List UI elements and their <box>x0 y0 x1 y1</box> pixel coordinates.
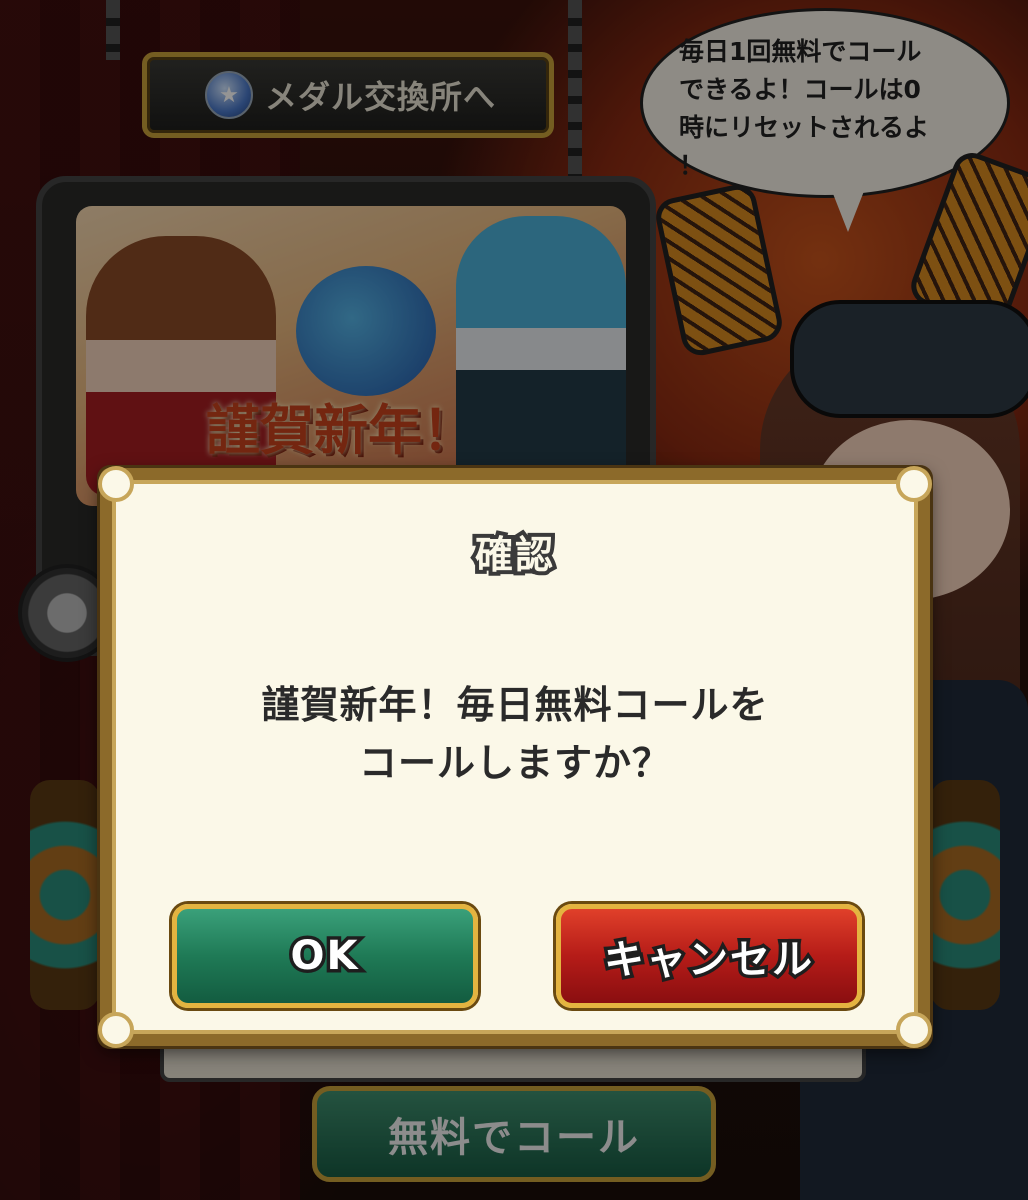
ok-button-label: OK <box>287 930 361 983</box>
confirm-dialog: 確認 謹賀新年！毎日無料コールを コールしますか？ OK キャンセル <box>98 466 932 1048</box>
dialog-message: 謹賀新年！毎日無料コールを コールしますか？ <box>261 683 769 785</box>
corner-ornament <box>896 1012 932 1048</box>
corner-ornament <box>98 466 134 502</box>
cancel-button[interactable]: キャンセル <box>556 904 862 1008</box>
corner-ornament <box>98 1012 134 1048</box>
corner-ornament <box>896 466 932 502</box>
dialog-panel: 確認 謹賀新年！毎日無料コールを コールしますか？ OK キャンセル <box>98 466 932 1048</box>
dialog-title: 確認 <box>471 529 557 581</box>
cancel-button-label: キャンセル <box>601 934 816 987</box>
ok-button[interactable]: OK <box>172 904 478 1008</box>
